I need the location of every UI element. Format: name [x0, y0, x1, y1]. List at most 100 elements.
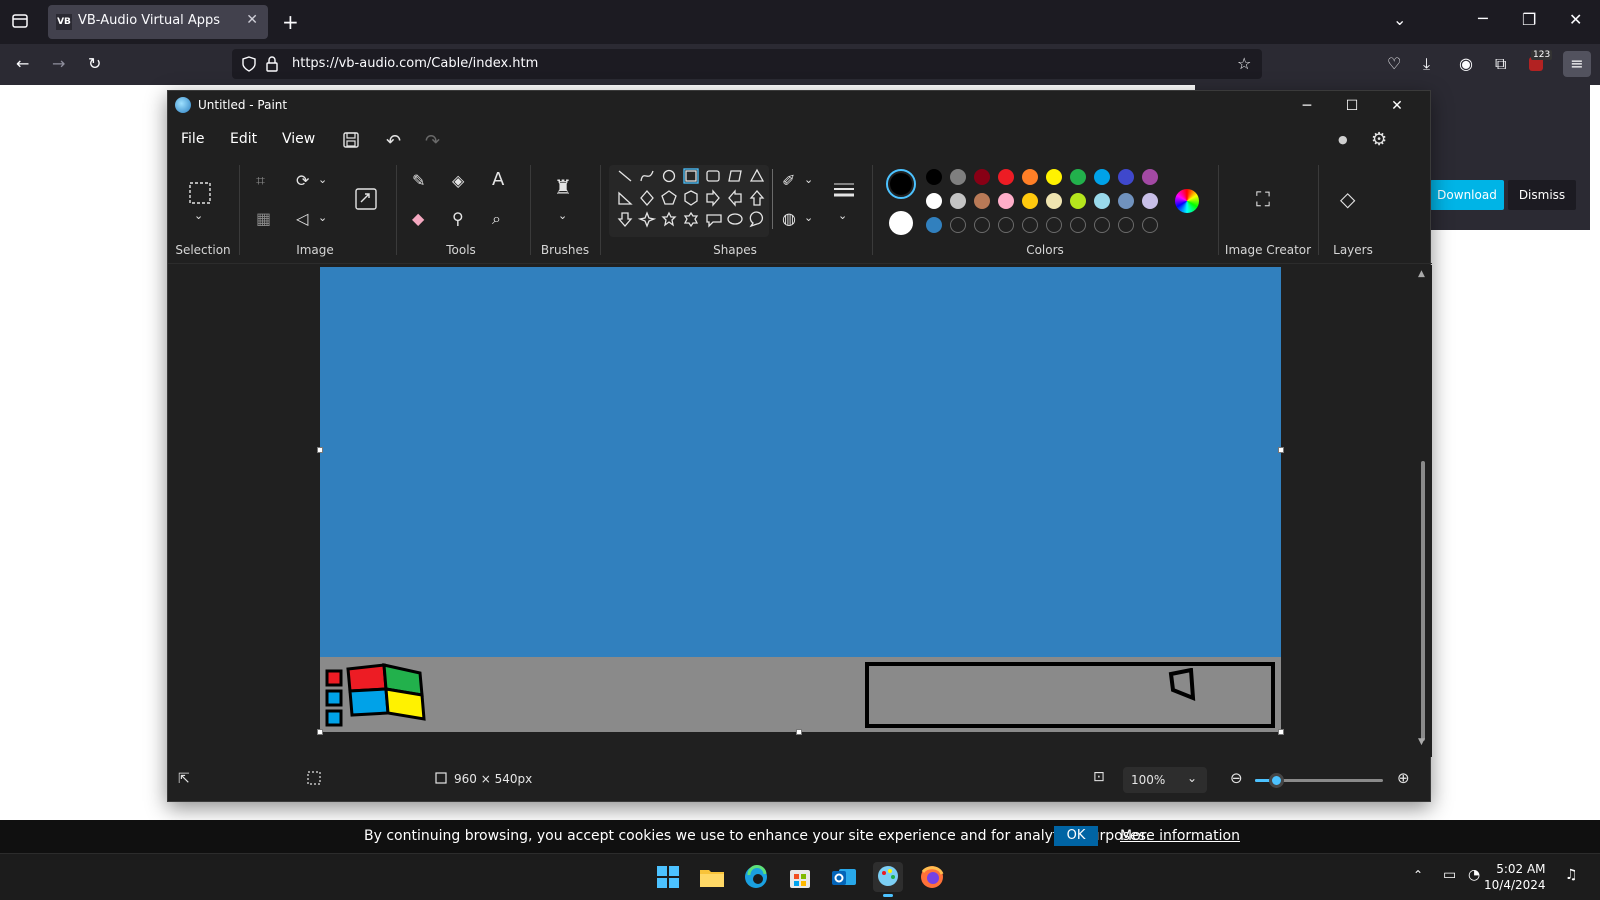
network-volume-icon[interactable]: ◔: [1468, 867, 1480, 883]
custom-color-slot-empty[interactable]: [1142, 217, 1158, 233]
url-text[interactable]: https://vb-audio.com/Cable/index.htm: [292, 56, 538, 71]
palette-color-swatch[interactable]: [1070, 169, 1086, 185]
color-picker-icon[interactable]: ⚲: [452, 209, 464, 228]
close-browser-icon[interactable]: ✕: [1569, 10, 1582, 29]
palette-color-swatch[interactable]: [1094, 169, 1110, 185]
zoom-slider-thumb[interactable]: [1268, 773, 1284, 788]
layers-icon[interactable]: ◇: [1340, 187, 1355, 211]
custom-color-slot-empty[interactable]: [974, 217, 990, 233]
brushes-chevron-icon[interactable]: ⌄: [558, 209, 567, 222]
palette-color-swatch[interactable]: [950, 193, 966, 209]
paint-minimize-button[interactable]: ─: [1285, 93, 1329, 119]
fit-to-window-icon[interactable]: ⊡: [1093, 769, 1105, 785]
extensions-icon[interactable]: ⧉: [1495, 54, 1506, 74]
browser-tab[interactable]: VB VB-Audio Virtual Apps ✕: [48, 5, 268, 39]
custom-color-slot-empty[interactable]: [1118, 217, 1134, 233]
app-menu-icon[interactable]: ≡: [1563, 51, 1591, 77]
dismiss-button[interactable]: Dismiss: [1508, 180, 1576, 210]
tab-list-icon[interactable]: [11, 12, 29, 30]
secondary-color-swatch[interactable]: [889, 211, 913, 235]
minimize-browser-icon[interactable]: ─: [1478, 9, 1488, 28]
file-explorer-icon[interactable]: [697, 862, 727, 892]
fill-chevron-icon[interactable]: ⌄: [804, 211, 813, 224]
account-icon[interactable]: ◉: [1459, 54, 1473, 73]
custom-color-slot-empty[interactable]: [950, 217, 966, 233]
rotate-chevron-icon[interactable]: ⌄: [318, 173, 327, 186]
menu-view[interactable]: View: [282, 131, 315, 147]
scroll-down-icon[interactable]: ▼: [1418, 737, 1425, 747]
palette-color-swatch[interactable]: [1022, 169, 1038, 185]
primary-color-swatch[interactable]: [886, 169, 916, 199]
shield-icon[interactable]: [242, 56, 256, 72]
shape-fill-icon[interactable]: ◍: [782, 209, 796, 228]
undo-icon[interactable]: ↶: [386, 131, 401, 152]
fill-bucket-icon[interactable]: ◈: [452, 171, 464, 190]
crop-icon[interactable]: ⌗: [256, 171, 265, 191]
zoom-level-dropdown[interactable]: 100% ⌄: [1123, 767, 1207, 793]
cookie-ok-button[interactable]: OK: [1054, 826, 1098, 846]
download-button[interactable]: Download: [1430, 180, 1504, 210]
palette-color-swatch[interactable]: [926, 217, 942, 233]
custom-color-slot-empty[interactable]: [1046, 217, 1062, 233]
paint-close-button[interactable]: ✕: [1375, 93, 1419, 119]
palette-color-swatch[interactable]: [1142, 193, 1158, 209]
selection-rectangle-icon[interactable]: [188, 181, 212, 205]
save-icon[interactable]: [342, 131, 360, 149]
firefox-icon[interactable]: [917, 862, 947, 892]
show-hidden-icons-chevron-icon[interactable]: ⌃: [1413, 868, 1423, 882]
flip-icon[interactable]: ◁: [296, 209, 308, 228]
downloads-icon[interactable]: ⤓: [1423, 54, 1430, 74]
lock-icon[interactable]: [266, 56, 278, 72]
outline-chevron-icon[interactable]: ⌄: [804, 173, 813, 186]
flip-chevron-icon[interactable]: ⌄: [318, 211, 327, 224]
resize-image-icon[interactable]: [354, 187, 378, 211]
extension-badge-icon[interactable]: 123: [1527, 50, 1553, 73]
forward-icon[interactable]: →: [52, 54, 65, 73]
account-small-icon[interactable]: ●: [1338, 133, 1348, 146]
paint-taskbar-icon[interactable]: [873, 862, 903, 897]
palette-color-swatch[interactable]: [1046, 193, 1062, 209]
resize-handle-right[interactable]: [1278, 447, 1284, 453]
brush-icon[interactable]: ♜: [554, 175, 572, 199]
system-clock[interactable]: 5:02 AM 10/4/2024: [1484, 861, 1546, 893]
vertical-scrollbar-thumb[interactable]: [1421, 461, 1425, 741]
chevron-down-icon[interactable]: ⌄: [1393, 10, 1406, 29]
edit-colors-wheel-icon[interactable]: [1175, 189, 1199, 213]
image-creator-icon[interactable]: ⛶: [1256, 187, 1270, 211]
rotate-icon[interactable]: ⟳: [296, 171, 309, 190]
magnifier-icon[interactable]: ⌕: [492, 209, 501, 229]
palette-color-swatch[interactable]: [1118, 169, 1134, 185]
pocket-icon[interactable]: ♡: [1387, 54, 1401, 73]
shape-outline-icon[interactable]: ✐: [782, 171, 795, 190]
palette-color-swatch[interactable]: [998, 169, 1014, 185]
palette-color-swatch[interactable]: [1022, 193, 1038, 209]
resize-handle-bottom-left[interactable]: [317, 729, 323, 735]
bookmark-star-icon[interactable]: ☆: [1237, 54, 1251, 73]
palette-color-swatch[interactable]: [998, 193, 1014, 209]
palette-color-swatch[interactable]: [926, 193, 942, 209]
zoom-out-icon[interactable]: ⊖: [1230, 769, 1243, 787]
palette-color-swatch[interactable]: [1118, 193, 1134, 209]
new-tab-icon[interactable]: +: [282, 10, 299, 34]
pencil-icon[interactable]: ✎: [412, 171, 425, 190]
restore-browser-icon[interactable]: ❐: [1522, 10, 1536, 29]
resize-handle-bottom-right[interactable]: [1278, 729, 1284, 735]
back-icon[interactable]: ←: [16, 54, 29, 73]
close-tab-icon[interactable]: ✕: [246, 12, 258, 28]
url-bar[interactable]: https://vb-audio.com/Cable/index.htm ☆: [232, 49, 1262, 79]
palette-color-swatch[interactable]: [1046, 169, 1062, 185]
palette-color-swatch[interactable]: [1070, 193, 1086, 209]
palette-color-swatch[interactable]: [1094, 193, 1110, 209]
scroll-up-icon[interactable]: ▲: [1418, 269, 1425, 279]
resize-handle-left[interactable]: [317, 447, 323, 453]
stroke-size-chevron-icon[interactable]: ⌄: [838, 209, 847, 222]
settings-gear-icon[interactable]: ⚙: [1371, 129, 1387, 150]
display-icon[interactable]: ▭: [1443, 867, 1456, 883]
reload-icon[interactable]: ↻: [88, 54, 101, 73]
palette-color-swatch[interactable]: [950, 169, 966, 185]
palette-color-swatch[interactable]: [974, 193, 990, 209]
palette-color-swatch[interactable]: [926, 169, 942, 185]
text-tool-icon[interactable]: A: [492, 169, 504, 190]
eraser-icon[interactable]: ◆: [412, 209, 424, 228]
outlook-icon[interactable]: [829, 862, 859, 892]
